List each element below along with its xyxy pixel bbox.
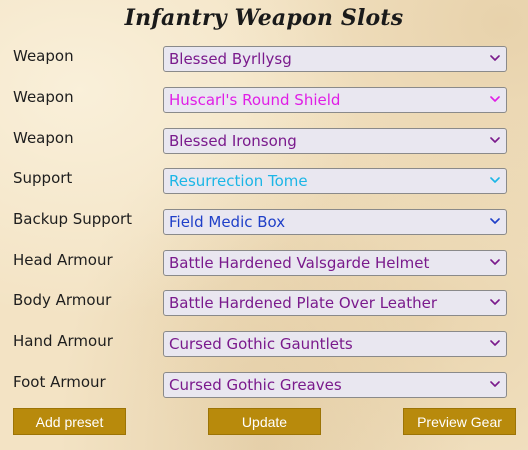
slot-select-value: Blessed Byrllysg xyxy=(169,50,292,68)
slot-select-foot-armour[interactable]: Cursed Gothic Greaves xyxy=(163,372,507,398)
chevron-down-icon xyxy=(490,218,500,224)
chevron-down-icon xyxy=(490,299,500,305)
slot-select-value: Battle Hardened Plate Over Leather xyxy=(169,294,437,312)
slot-row-body-armour: Body Armour Battle Hardened Plate Over L… xyxy=(0,289,528,317)
slot-label: Hand Armour xyxy=(13,332,113,350)
slot-select-body-armour[interactable]: Battle Hardened Plate Over Leather xyxy=(163,290,507,316)
slot-select-value: Cursed Gothic Greaves xyxy=(169,376,342,394)
slot-select-head-armour[interactable]: Battle Hardened Valsgarde Helmet xyxy=(163,250,507,276)
slot-label: Foot Armour xyxy=(13,373,106,391)
slot-row-head-armour: Head Armour Battle Hardened Valsgarde He… xyxy=(0,249,528,277)
slot-select-weapon-3[interactable]: Blessed Ironsong xyxy=(163,128,507,154)
slot-select-weapon-1[interactable]: Blessed Byrllysg xyxy=(163,46,507,72)
slot-row-foot-armour: Foot Armour Cursed Gothic Greaves xyxy=(0,371,528,399)
slot-label: Backup Support xyxy=(13,210,133,228)
slot-label: Weapon xyxy=(13,88,74,106)
update-button[interactable]: Update xyxy=(208,408,321,435)
slot-select-value: Blessed Ironsong xyxy=(169,132,297,150)
chevron-down-icon xyxy=(490,340,500,346)
chevron-down-icon xyxy=(490,381,500,387)
preview-gear-button[interactable]: Preview Gear xyxy=(403,408,516,435)
slot-select-value: Resurrection Tome xyxy=(169,172,308,190)
slot-select-value: Cursed Gothic Gauntlets xyxy=(169,335,353,353)
chevron-down-icon xyxy=(490,96,500,102)
add-preset-button[interactable]: Add preset xyxy=(13,408,126,435)
chevron-down-icon xyxy=(490,259,500,265)
slot-select-value: Huscarl's Round Shield xyxy=(169,91,341,109)
slot-select-value: Field Medic Box xyxy=(169,213,286,231)
chevron-down-icon xyxy=(490,55,500,61)
slot-row-support: Support Resurrection Tome xyxy=(0,167,528,195)
slot-row-weapon-3: Weapon Blessed Ironsong xyxy=(0,127,528,155)
slot-select-support[interactable]: Resurrection Tome xyxy=(163,168,507,194)
slot-label: Weapon xyxy=(13,129,74,147)
slot-select-backup-support[interactable]: Field Medic Box xyxy=(163,209,507,235)
page-title: Infantry Weapon Slots xyxy=(124,5,404,31)
chevron-down-icon xyxy=(490,137,500,143)
slot-label: Body Armour xyxy=(13,291,112,309)
slot-row-weapon-1: Weapon Blessed Byrllysg xyxy=(0,45,528,73)
chevron-down-icon xyxy=(490,177,500,183)
slot-label: Support xyxy=(13,169,73,187)
slot-label: Weapon xyxy=(13,47,74,65)
slot-row-hand-armour: Hand Armour Cursed Gothic Gauntlets xyxy=(0,330,528,358)
slot-select-hand-armour[interactable]: Cursed Gothic Gauntlets xyxy=(163,331,507,357)
slot-select-value: Battle Hardened Valsgarde Helmet xyxy=(169,254,430,272)
slot-row-weapon-2: Weapon Huscarl's Round Shield xyxy=(0,86,528,114)
slot-label: Head Armour xyxy=(13,251,113,269)
slot-select-weapon-2[interactable]: Huscarl's Round Shield xyxy=(163,87,507,113)
slot-row-backup-support: Backup Support Field Medic Box xyxy=(0,208,528,236)
